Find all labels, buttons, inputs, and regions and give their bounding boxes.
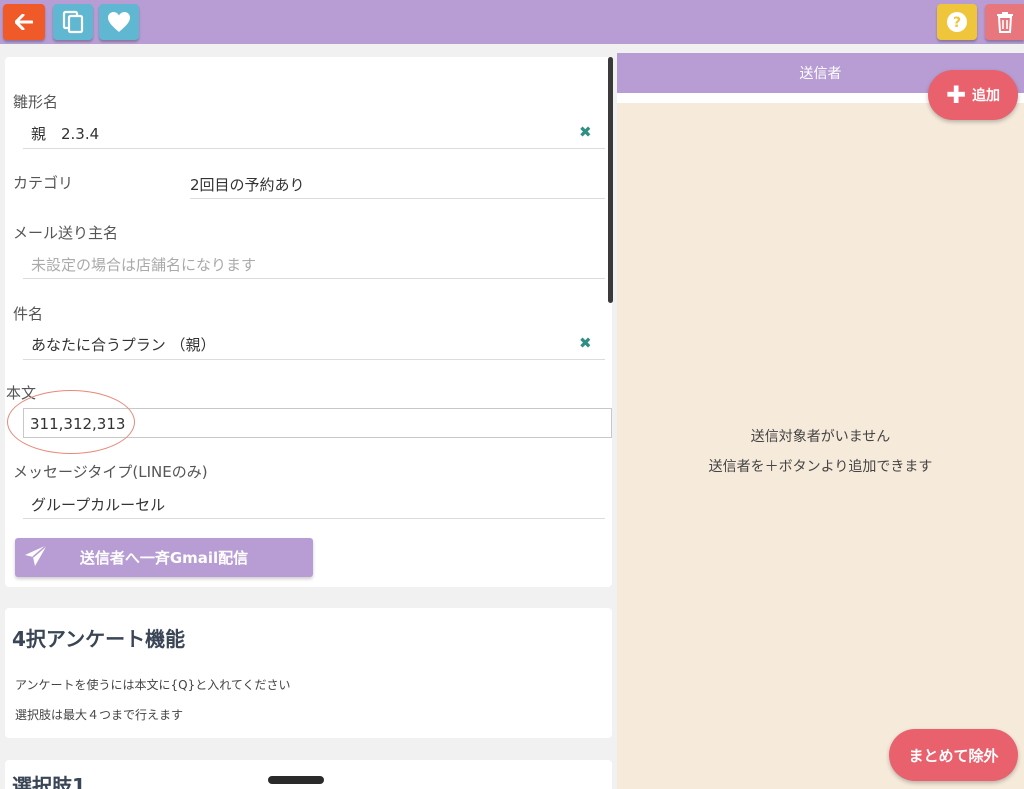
- add-recipient-button[interactable]: ✚ 追加: [928, 70, 1018, 120]
- survey-description-2: 選択肢は最大４つまで行えます: [15, 708, 184, 722]
- category-label: カテゴリ: [13, 174, 74, 192]
- vertical-scrollbar[interactable]: [608, 57, 613, 303]
- survey-card: 4択アンケート機能 アンケートを使うには本文に{Q}と入れてください 選択肢は最…: [5, 608, 612, 738]
- top-toolbar: ?: [0, 0, 1024, 44]
- survey-title: 4択アンケート機能: [12, 627, 186, 651]
- plus-icon: ✚: [945, 81, 967, 109]
- sender-name-input[interactable]: 未設定の場合は店舗名になります: [31, 254, 256, 275]
- back-button[interactable]: [3, 4, 45, 40]
- help-button[interactable]: ?: [937, 4, 977, 40]
- gmail-broadcast-button[interactable]: 送信者へ一斉Gmail配信: [15, 538, 313, 577]
- message-type-select[interactable]: グループカルーセル: [31, 494, 165, 515]
- empty-message-1: 送信対象者がいません: [750, 429, 891, 445]
- body-label: 本文: [6, 384, 37, 402]
- subject-input[interactable]: あなたに合うプラン （親）: [31, 334, 215, 355]
- subject-label: 件名: [13, 305, 44, 323]
- template-name-field[interactable]: 親 2.3.4: [31, 123, 99, 144]
- category-select[interactable]: 2回目の予約あり: [190, 174, 305, 195]
- question-icon: ?: [947, 12, 967, 32]
- category-underline: [190, 198, 605, 199]
- body-input[interactable]: 311,312,313: [23, 408, 612, 438]
- subject-clear-icon[interactable]: ✖: [579, 334, 592, 352]
- remove-all-button[interactable]: まとめて除外: [889, 729, 1018, 781]
- arrow-left-icon: [15, 14, 33, 30]
- trash-icon: [996, 12, 1013, 33]
- template-name-underline: [23, 148, 605, 149]
- delete-button[interactable]: [985, 4, 1024, 40]
- choice-title: 選択肢1: [12, 774, 86, 789]
- favorite-button[interactable]: [99, 4, 139, 40]
- template-name-label: 雛形名: [13, 93, 59, 111]
- paper-plane-icon: [25, 544, 48, 566]
- subject-underline: [23, 359, 605, 360]
- empty-message-2: 送信者を＋ボタンより追加できます: [708, 459, 933, 475]
- home-indicator: [268, 776, 324, 784]
- survey-description-1: アンケートを使うには本文に{Q}と入れてください: [15, 678, 291, 692]
- add-recipient-label: 追加: [972, 88, 1001, 104]
- heart-icon: [108, 12, 130, 32]
- copy-icon: [62, 10, 84, 34]
- message-type-underline: [23, 518, 605, 519]
- template-editor-panel: 雛形名 親 2.3.4 ✖ カテゴリ 2回目の予約あり メール送り主名 未設定の…: [0, 44, 617, 789]
- sender-name-underline: [23, 278, 605, 279]
- template-name-clear-icon[interactable]: ✖: [579, 123, 592, 141]
- message-type-label: メッセージタイプ(LINEのみ): [13, 463, 208, 481]
- template-form-card: 雛形名 親 2.3.4 ✖ カテゴリ 2回目の予約あり メール送り主名 未設定の…: [5, 57, 612, 587]
- choice-card: 選択肢1: [5, 760, 612, 789]
- sender-name-label: メール送り主名: [13, 224, 119, 242]
- svg-text:?: ?: [953, 15, 961, 31]
- copy-button[interactable]: [53, 4, 93, 40]
- gmail-broadcast-label: 送信者へ一斉Gmail配信: [79, 549, 249, 567]
